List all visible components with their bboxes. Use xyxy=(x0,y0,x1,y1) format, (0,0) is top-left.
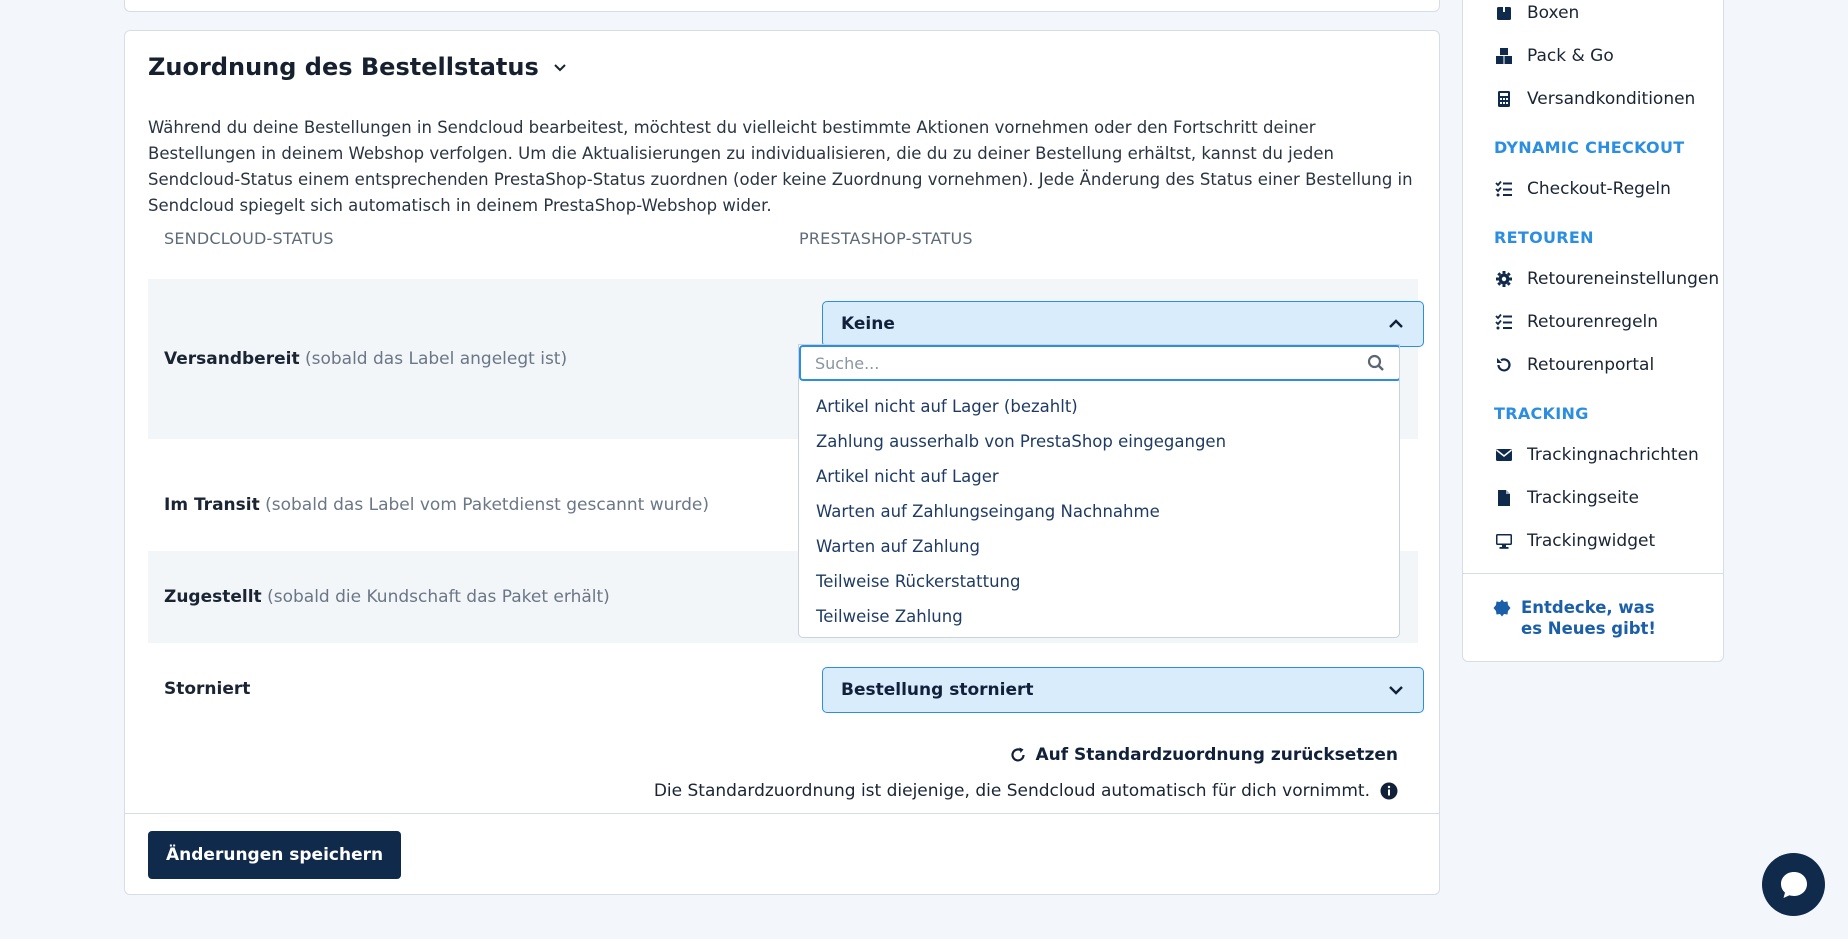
sidebar-item-return-settings[interactable]: Retoureneinstellungen xyxy=(1495,269,1719,289)
sidebar-item-label: Retoureneinstellungen xyxy=(1527,269,1720,289)
reset-note-text: Die Standardzuordnung ist diejenige, die… xyxy=(653,781,1370,801)
chat-button[interactable] xyxy=(1762,853,1825,916)
previous-card xyxy=(124,0,1440,12)
status-label: Im Transit (sobald das Label vom Paketdi… xyxy=(164,495,709,515)
dropdown-option[interactable]: Teilweise Rückerstattung xyxy=(799,564,1399,599)
chat-bubble-icon xyxy=(1780,871,1807,898)
whats-new-link[interactable]: Entdecke, was es Neues gibt! xyxy=(1493,597,1671,639)
sidebar-item-return-rules[interactable]: Retourenregeln xyxy=(1495,312,1658,332)
list-check-icon xyxy=(1495,313,1512,330)
sidebar-item-shipping-rules[interactable]: Versandkonditionen xyxy=(1495,89,1695,109)
section-title: Zuordnung des Bestellstatus xyxy=(148,53,539,81)
sidebar-item-label: Trackingwidget xyxy=(1527,531,1656,551)
sidebar-item-tracking-messages[interactable]: Trackingnachrichten xyxy=(1495,445,1699,465)
sidebar-heading-returns: RETOUREN xyxy=(1494,228,1594,247)
reset-note: Die Standardzuordnung ist diejenige, die… xyxy=(654,781,1398,801)
dropdown-options: Artikel nicht auf Lager (bezahlt) Zahlun… xyxy=(799,389,1399,634)
dropdown-option[interactable]: Warten auf Zahlungseingang Nachnahme xyxy=(799,494,1399,529)
section-description: Während du deine Bestellungen in Sendclo… xyxy=(148,118,1413,215)
whats-new-label: Entdecke, was es Neues gibt! xyxy=(1521,598,1656,638)
column-header-prestashop: PRESTASHOP-STATUS xyxy=(799,229,973,248)
chevron-down-icon xyxy=(1389,686,1403,695)
section-header[interactable]: Zuordnung des Bestellstatus xyxy=(148,53,567,81)
dropdown-option[interactable]: Warten auf Zahlung xyxy=(799,529,1399,564)
sidebar-item-tracking-widget[interactable]: Trackingwidget xyxy=(1495,531,1655,551)
sidebar-item-label: Versandkonditionen xyxy=(1527,89,1696,109)
badge-icon xyxy=(1493,599,1511,617)
sidebar-item-label: Boxen xyxy=(1527,3,1580,23)
calculator-icon xyxy=(1498,91,1510,107)
select-value: Keine xyxy=(841,314,895,334)
sidebar-item-checkout-rules[interactable]: Checkout-Regeln xyxy=(1495,179,1671,199)
sidebar-heading-dynamic-checkout: DYNAMIC CHECKOUT xyxy=(1494,138,1685,157)
sidebar-heading-tracking: TRACKING xyxy=(1494,404,1589,423)
prestashop-status-select[interactable]: Bestellung storniert xyxy=(822,667,1424,713)
chevron-down-icon xyxy=(554,64,566,72)
sidebar-item-label: Pack & Go xyxy=(1527,46,1614,66)
reset-link-label: Auf Standardzuordnung zurücksetzen xyxy=(1035,745,1398,765)
gear-icon xyxy=(1496,271,1512,287)
boxes-icon xyxy=(1496,48,1512,64)
chevron-up-icon xyxy=(1389,319,1403,328)
list-check-icon xyxy=(1495,180,1512,197)
dropdown-option[interactable]: Teilweise Zahlung xyxy=(799,599,1399,634)
column-header-sendcloud: SENDCLOUD-STATUS xyxy=(164,229,334,248)
monitor-icon xyxy=(1496,534,1512,549)
settings-sidebar: Boxen Pack & Go Versandkonditionen DYNAM… xyxy=(1462,0,1724,662)
redo-icon xyxy=(1011,747,1026,762)
dropdown-search xyxy=(799,345,1399,381)
info-icon[interactable] xyxy=(1380,782,1398,800)
sidebar-item-label: Retourenportal xyxy=(1527,355,1655,375)
sidebar-item-return-portal[interactable]: Retourenportal xyxy=(1495,355,1654,375)
sidebar-item-tracking-page[interactable]: Trackingseite xyxy=(1495,488,1639,508)
sidebar-item-label: Retourenregeln xyxy=(1527,312,1659,332)
save-changes-button[interactable]: Änderungen speichern xyxy=(148,831,402,879)
sidebar-item-boxes[interactable]: Boxen xyxy=(1495,3,1579,23)
sidebar-item-pack-go[interactable]: Pack & Go xyxy=(1495,46,1614,66)
dropdown-option[interactable]: Zahlung ausserhalb von PrestaShop eingeg… xyxy=(799,424,1399,459)
mapping-row-cancelled: Storniert Bestellung storniert xyxy=(148,643,1424,735)
status-dropdown-menu: Artikel nicht auf Lager (bezahlt) Zahlun… xyxy=(798,344,1400,638)
select-value: Bestellung storniert xyxy=(841,680,1034,700)
status-label: Versandbereit (sobald das Label angelegt… xyxy=(164,349,568,369)
card-footer-divider xyxy=(125,813,1439,814)
reset-to-default-link[interactable]: Auf Standardzuordnung zurücksetzen xyxy=(1009,745,1398,765)
box-icon xyxy=(1497,7,1511,20)
dropdown-search-input[interactable] xyxy=(815,353,1367,373)
dropdown-option[interactable]: Artikel nicht auf Lager (bezahlt) xyxy=(799,389,1399,424)
file-icon xyxy=(1498,490,1510,506)
sidebar-item-label: Checkout-Regeln xyxy=(1527,179,1671,199)
envelope-icon xyxy=(1496,449,1512,461)
sidebar-item-label: Trackingseite xyxy=(1527,488,1639,508)
dropdown-option[interactable]: Artikel nicht auf Lager xyxy=(799,459,1399,494)
status-label: Storniert xyxy=(164,679,251,699)
prestashop-status-select[interactable]: Keine xyxy=(822,301,1424,347)
status-label: Zugestellt (sobald die Kundschaft das Pa… xyxy=(164,587,610,607)
search-icon xyxy=(1367,354,1384,371)
sidebar-item-label: Trackingnachrichten xyxy=(1527,445,1699,465)
undo-icon xyxy=(1497,358,1511,372)
sidebar-divider xyxy=(1463,573,1723,574)
